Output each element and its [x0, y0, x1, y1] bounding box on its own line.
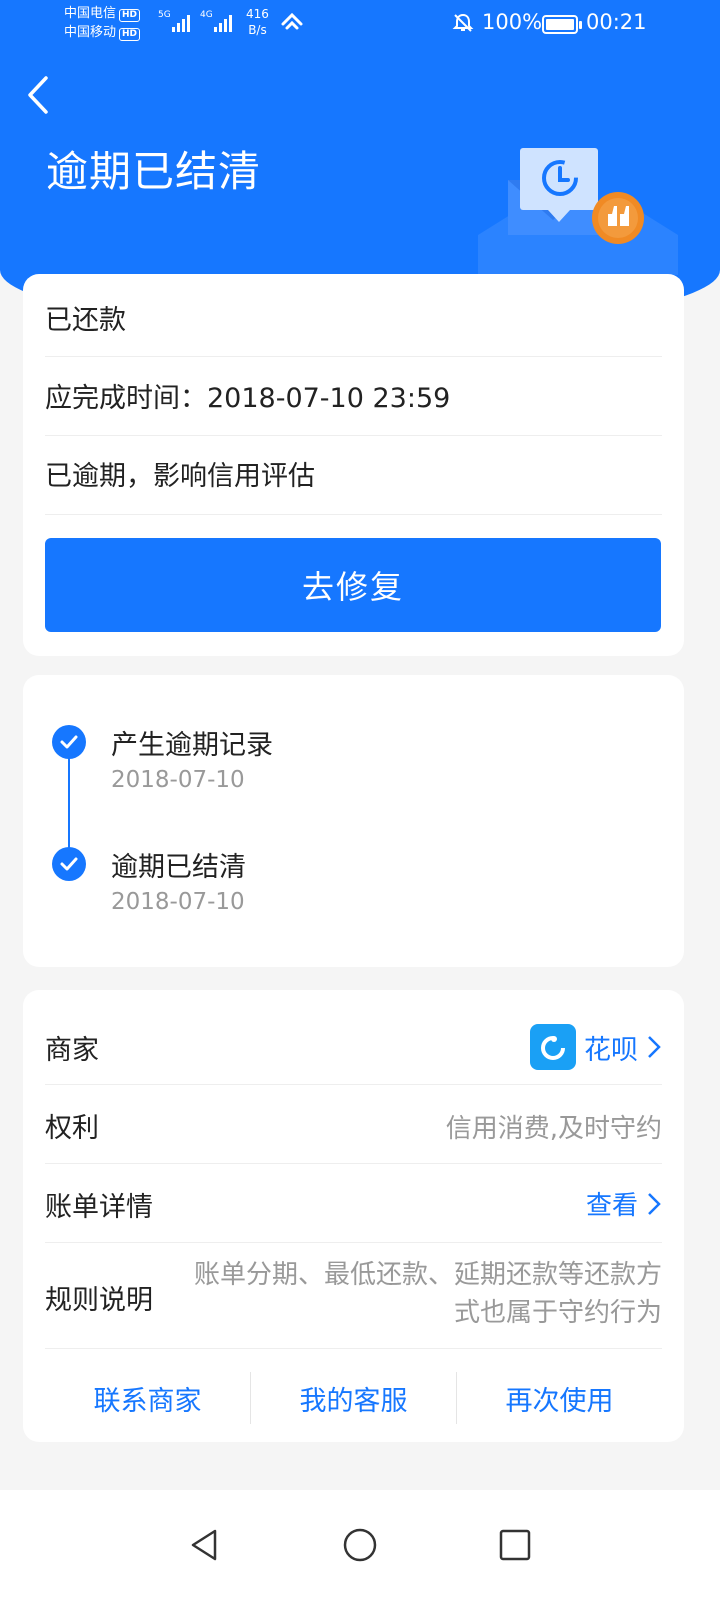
page-title: 逾期已结清 [46, 147, 262, 196]
battery-percent: 100% [482, 10, 543, 34]
carrier-1: 中国电信 [64, 6, 117, 21]
fix-credit-button[interactable]: 去修复 [45, 538, 661, 632]
nav-home-button[interactable] [325, 1510, 395, 1580]
divider [45, 356, 662, 357]
repaid-status: 已还款 [45, 305, 126, 336]
chevron-left-icon [28, 76, 48, 114]
chevron-right-icon [648, 1192, 661, 1215]
bill-details-label: 账单详情 [45, 1192, 153, 1223]
speed-unit: B/s [248, 23, 267, 37]
network-5g-label: 5G [158, 10, 171, 20]
battery-icon [542, 15, 582, 34]
divider [45, 435, 662, 436]
signal-bars-icon [172, 12, 190, 32]
system-navigation-bar [0, 1490, 720, 1600]
merchant-name: 花呗 [584, 1034, 638, 1066]
circle-home-icon [343, 1528, 377, 1562]
mute-bell-icon [452, 12, 474, 39]
network-speed: 416 B/s [246, 6, 269, 38]
divider [45, 1242, 662, 1243]
check-icon [52, 847, 86, 881]
status-card: 已还款 应完成时间：2018-07-10 23:59 已逾期，影响信用评估 去修… [23, 274, 684, 656]
due-time: 应完成时间：2018-07-10 23:59 [45, 383, 451, 414]
merchant-link[interactable]: 花呗 [530, 1024, 662, 1070]
divider [45, 1163, 662, 1164]
hd-badge: HD [119, 9, 141, 22]
triangle-back-icon [191, 1529, 217, 1561]
check-icon [52, 725, 86, 759]
carrier-info: 中国电信 HD 中国移动 HD [64, 4, 141, 42]
timeline-card: 产生逾期记录 2018-07-10 逾期已结清 2018-07-10 [23, 675, 684, 967]
divider [45, 1084, 662, 1085]
divider [45, 1348, 662, 1349]
rights-label: 权利 [45, 1113, 99, 1144]
view-link-text: 查看 [585, 1191, 638, 1221]
merchant-label: 商家 [45, 1035, 99, 1066]
timeline-line [68, 743, 70, 863]
back-button[interactable] [22, 72, 62, 120]
overdue-note: 已逾期，影响信用评估 [45, 461, 315, 492]
nav-recents-button[interactable] [480, 1510, 550, 1580]
hd-badge: HD [119, 28, 141, 41]
clock-envelope-illustration [478, 140, 678, 275]
status-bar: 中国电信 HD 中国移动 HD 5G 4G 416 B/s 100% 00:21 [0, 0, 720, 52]
timeline-date: 2018-07-10 [111, 889, 245, 915]
rules-text: 账单分期、最低还款、延期还款等还款方式也属于守约行为 [193, 1260, 662, 1328]
timeline-title: 产生逾期记录 [111, 730, 273, 761]
rights-value: 信用消费,及时守约 [445, 1114, 662, 1144]
speed-value: 416 [246, 7, 269, 21]
carrier-2: 中国移动 [64, 25, 117, 40]
hotspot-icon [280, 12, 304, 37]
timeline-date: 2018-07-10 [111, 767, 245, 793]
signal-bars-icon [214, 12, 232, 32]
chevron-right-icon [648, 1036, 661, 1058]
contact-merchant-button[interactable]: 联系商家 [45, 1372, 250, 1424]
rules-label: 规则说明 [45, 1285, 153, 1316]
nav-back-button[interactable] [170, 1510, 240, 1580]
square-recents-icon [499, 1529, 531, 1561]
network-4g-label: 4G [200, 10, 213, 20]
bill-details-link[interactable]: 查看 [586, 1185, 662, 1222]
use-again-button[interactable]: 再次使用 [457, 1372, 662, 1424]
clock: 00:21 [586, 10, 647, 34]
my-service-button[interactable]: 我的客服 [251, 1372, 456, 1424]
details-card: 商家 花呗 权利 信用消费,及时守约 账单详情 查看 规则说明 账单分期、最低还… [23, 990, 684, 1442]
huabei-logo-icon [530, 1024, 576, 1070]
timeline-title: 逾期已结清 [111, 852, 246, 883]
divider [45, 514, 662, 515]
